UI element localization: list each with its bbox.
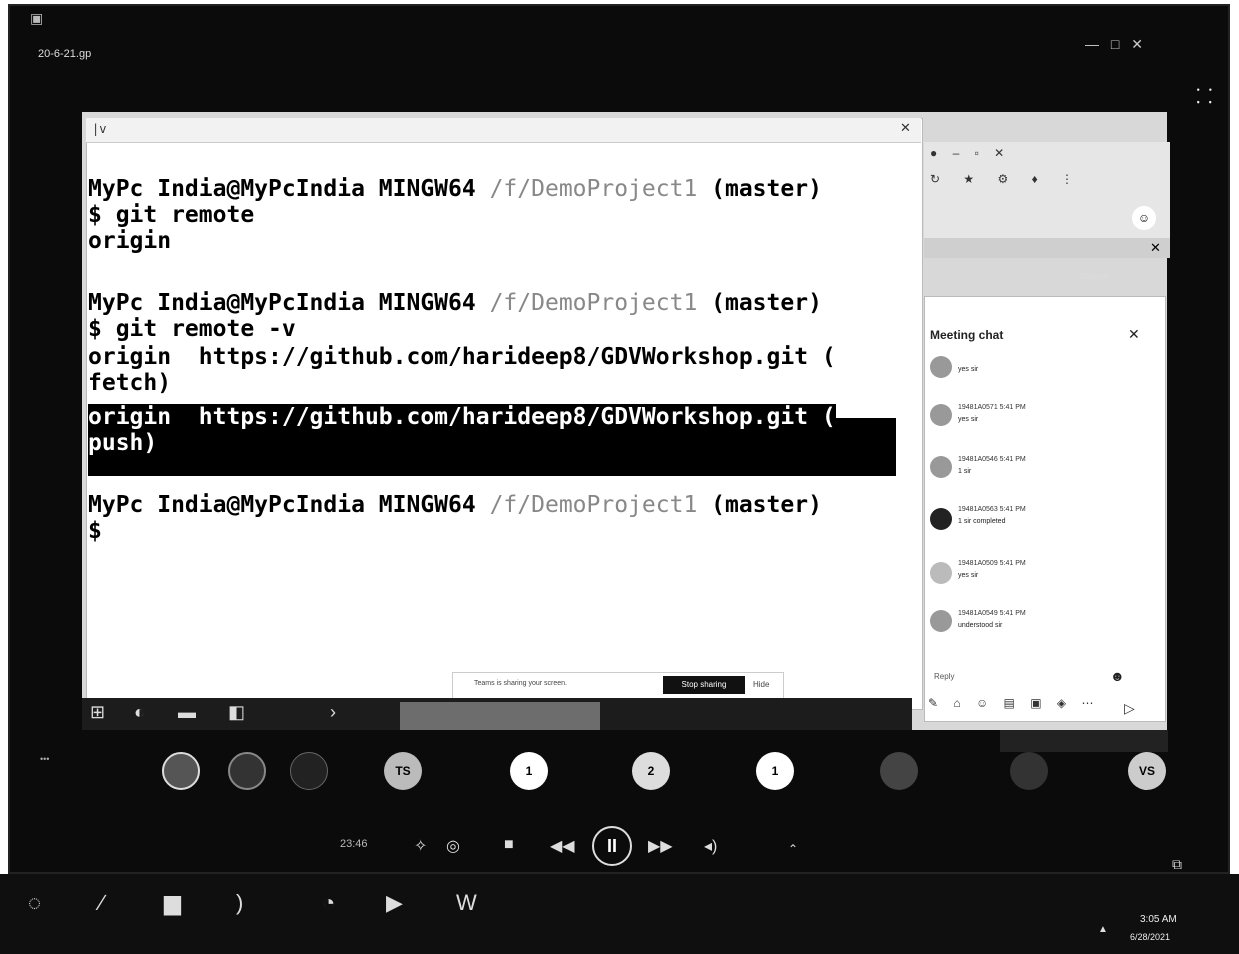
message-sender: 19481A0509 5:41 PM xyxy=(958,560,1026,567)
terminal-line: $ xyxy=(88,518,102,544)
terminal-line-selected: origin https://github.com/harideep8/GDVW… xyxy=(88,404,836,430)
system-tray xyxy=(1000,730,1168,752)
emoji-icon[interactable]: ☻ xyxy=(1110,668,1125,684)
terminal-app-icon: |v xyxy=(92,122,107,136)
pen-icon[interactable]: ∕ xyxy=(100,890,104,916)
avatar xyxy=(930,562,952,584)
playback-time: 23:46 xyxy=(340,838,368,850)
more-icon[interactable]: ••• xyxy=(40,754,49,764)
player-icon[interactable]: ◔ xyxy=(322,890,335,916)
profile-avatar-icon[interactable]: ☺ xyxy=(1132,206,1156,230)
volume-icon[interactable]: ◂) xyxy=(704,836,717,856)
terminal-line-selected: push) xyxy=(88,430,158,456)
avatar xyxy=(930,404,952,426)
clock-time[interactable]: 3:05 AM xyxy=(1140,914,1177,925)
close-icon[interactable]: ✕ xyxy=(1128,326,1140,343)
os-taskbar xyxy=(0,874,1239,954)
dismiss-button[interactable]: Dismiss xyxy=(1080,272,1108,281)
message-text: yes sir xyxy=(958,366,979,373)
message-sender: 19481A0549 5:41 PM xyxy=(958,610,1026,617)
message-sender: 19481A0546 5:41 PM xyxy=(958,456,1026,463)
word-icon[interactable]: W xyxy=(456,890,477,916)
avatar xyxy=(930,610,952,632)
office-icon[interactable]: ◧ xyxy=(228,702,245,723)
reply-input[interactable]: Reply xyxy=(934,672,954,681)
windows-start-icon[interactable]: ⊞ xyxy=(90,702,105,723)
player-title: 20-6-21.gp xyxy=(38,48,92,60)
participant-avatar[interactable]: 1 xyxy=(510,752,548,790)
participant-avatar[interactable]: 2 xyxy=(632,752,670,790)
terminal-line: origin https://github.com/harideep8/GDVW… xyxy=(88,344,836,370)
start-orb-icon[interactable]: ◌ xyxy=(28,890,41,916)
browser-extension-icons[interactable]: ↻ ★ ⚙ ♦ ⋮ xyxy=(930,172,1083,186)
stop-sharing-button[interactable]: Stop sharing xyxy=(663,676,745,694)
mic-icon[interactable]: ✧ xyxy=(414,836,427,856)
grid-icon[interactable]: ⸬ xyxy=(1196,82,1213,109)
participant-avatar[interactable]: 1 xyxy=(756,752,794,790)
hide-button[interactable]: Hide xyxy=(753,680,769,689)
clock-date[interactable]: 6/28/2021 xyxy=(1130,932,1170,942)
folder-icon[interactable]: ▬ xyxy=(178,702,196,723)
edge-icon[interactable]: ◐ xyxy=(134,702,145,723)
participant-avatar[interactable] xyxy=(162,752,200,790)
share-message: Teams is sharing your screen. xyxy=(474,680,567,687)
avatar xyxy=(930,508,952,530)
file-explorer-icon[interactable]: ▆ xyxy=(164,890,181,916)
notification-strip xyxy=(924,238,1170,258)
browser-tab-controls[interactable]: ● – ▫ ✕ xyxy=(930,146,1010,160)
taskbar-app-icon[interactable]: › xyxy=(330,702,336,723)
avatar xyxy=(930,456,952,478)
message-text: yes sir xyxy=(958,572,979,579)
close-icon[interactable]: ✕ xyxy=(900,120,911,136)
terminal-line: MyPc India@MyPcIndia MINGW64 /f/DemoProj… xyxy=(88,176,822,202)
participant-avatar[interactable] xyxy=(880,752,918,790)
message-text: 1 sir xyxy=(958,468,972,475)
close-icon[interactable]: ✕ xyxy=(1150,240,1161,256)
terminal-line: origin xyxy=(88,228,172,254)
media-icon[interactable]: ) xyxy=(236,890,243,916)
participant-avatar[interactable] xyxy=(290,752,328,790)
taskbar-thumbnails[interactable] xyxy=(400,702,600,730)
terminal-titlebar xyxy=(86,118,921,143)
rewind-icon[interactable]: ◀◀ xyxy=(550,836,575,856)
terminal-line: fetch) xyxy=(88,370,172,396)
avatar xyxy=(930,356,952,378)
chat-title: Meeting chat xyxy=(930,328,1004,342)
participant-avatar[interactable] xyxy=(228,752,266,790)
player-app-icon: ▣ xyxy=(30,10,44,26)
message-sender: 19481A0571 5:41 PM xyxy=(958,404,1026,411)
pause-button[interactable]: II xyxy=(592,826,632,866)
media-player-icon[interactable]: ▶ xyxy=(386,890,403,916)
message-sender: 19481A0563 5:41 PM xyxy=(958,506,1026,513)
settings-icon[interactable]: ◎ xyxy=(446,836,460,856)
participant-avatar[interactable] xyxy=(1010,752,1048,790)
terminal-line: MyPc India@MyPcIndia MINGW64 /f/DemoProj… xyxy=(88,492,822,518)
fullscreen-icon[interactable]: ⧉ xyxy=(1172,856,1182,873)
tray-chevron-icon[interactable]: ▲ xyxy=(1098,924,1108,935)
terminal-line: MyPc India@MyPcIndia MINGW64 /f/DemoProj… xyxy=(88,290,822,316)
message-text: yes sir xyxy=(958,416,979,423)
message-text: 1 sir completed xyxy=(958,518,1006,525)
participant-avatar[interactable]: VS xyxy=(1128,752,1166,790)
fast-forward-icon[interactable]: ▶▶ xyxy=(648,836,673,856)
terminal-line: $ git remote -v xyxy=(88,316,296,342)
participant-avatar[interactable]: TS xyxy=(384,752,422,790)
send-icon[interactable]: ▷ xyxy=(1124,700,1135,717)
terminal-line: $ git remote xyxy=(88,202,255,228)
message-text: understood sir xyxy=(958,622,1003,629)
chat-toolbar[interactable]: ✎ ⌂ ☺ ▤ ▣ ◈ ⋯ xyxy=(928,696,1099,710)
window-controls[interactable]: — □ ✕ xyxy=(1085,36,1147,53)
stop-icon[interactable]: ■ xyxy=(504,836,514,854)
chevron-up-icon[interactable]: ⌃ xyxy=(788,842,798,856)
